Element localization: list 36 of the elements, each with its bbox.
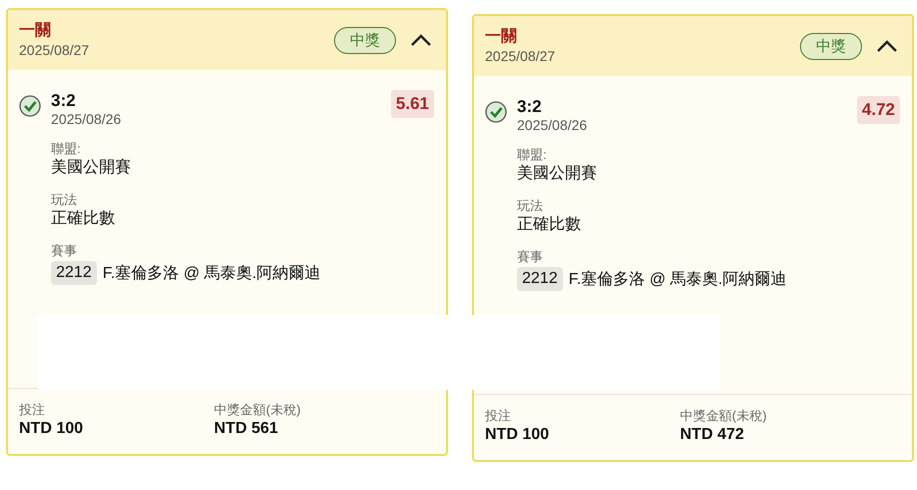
event-code: 2212 [51, 261, 97, 285]
field-value: 正確比數 [51, 208, 116, 229]
field-value: 正確比數 [517, 214, 582, 235]
footer-amount: NTD 100 [485, 425, 550, 445]
odds-badge: 4.72 [856, 96, 900, 124]
odds-badge: 5.61 [390, 90, 434, 118]
footer-amount: NTD 100 [19, 419, 84, 439]
footer-label: 投注 [19, 401, 46, 418]
field-value: 美國公開賽 [51, 158, 132, 178]
field-label: 賽事 [51, 242, 78, 259]
score-pick: 3:2 [51, 90, 77, 111]
event-code: 2212 [517, 267, 563, 291]
event-name: F.塞倫多洛 @ 馬泰奧.阿納爾迪 [102, 264, 321, 284]
status-badge: 中獎 [334, 26, 396, 54]
footer-amount: NTD 472 [680, 425, 746, 445]
match-date: 2025/08/26 [517, 117, 588, 134]
chevron-icon [876, 39, 898, 53]
bet-date: 2025/08/27 [485, 47, 556, 65]
match-date: 2025/08/26 [51, 111, 122, 128]
footer-label: 投注 [485, 407, 512, 424]
bet-type: 一關 [485, 27, 518, 47]
chevron-icon [410, 33, 432, 47]
event-name: F.塞倫多洛 @ 馬泰奧.阿納爾迪 [568, 270, 787, 290]
field-label: 玩法 [517, 197, 544, 214]
field-label: 賽事 [517, 248, 544, 265]
footer-amount: NTD 561 [214, 419, 280, 439]
footer-label: 中獎金額(未稅) [214, 401, 302, 418]
field-label: 聯盟: [517, 146, 548, 163]
bet-type: 一關 [19, 21, 52, 41]
field-label: 玩法 [51, 191, 78, 208]
score-pick: 3:2 [517, 96, 543, 117]
field-value: 美國公開賽 [517, 164, 598, 184]
field-label: 聯盟: [51, 140, 82, 157]
status-badge: 中獎 [800, 32, 862, 60]
footer-label: 中獎金額(未稅) [680, 407, 768, 424]
bet-date: 2025/08/27 [19, 41, 90, 59]
